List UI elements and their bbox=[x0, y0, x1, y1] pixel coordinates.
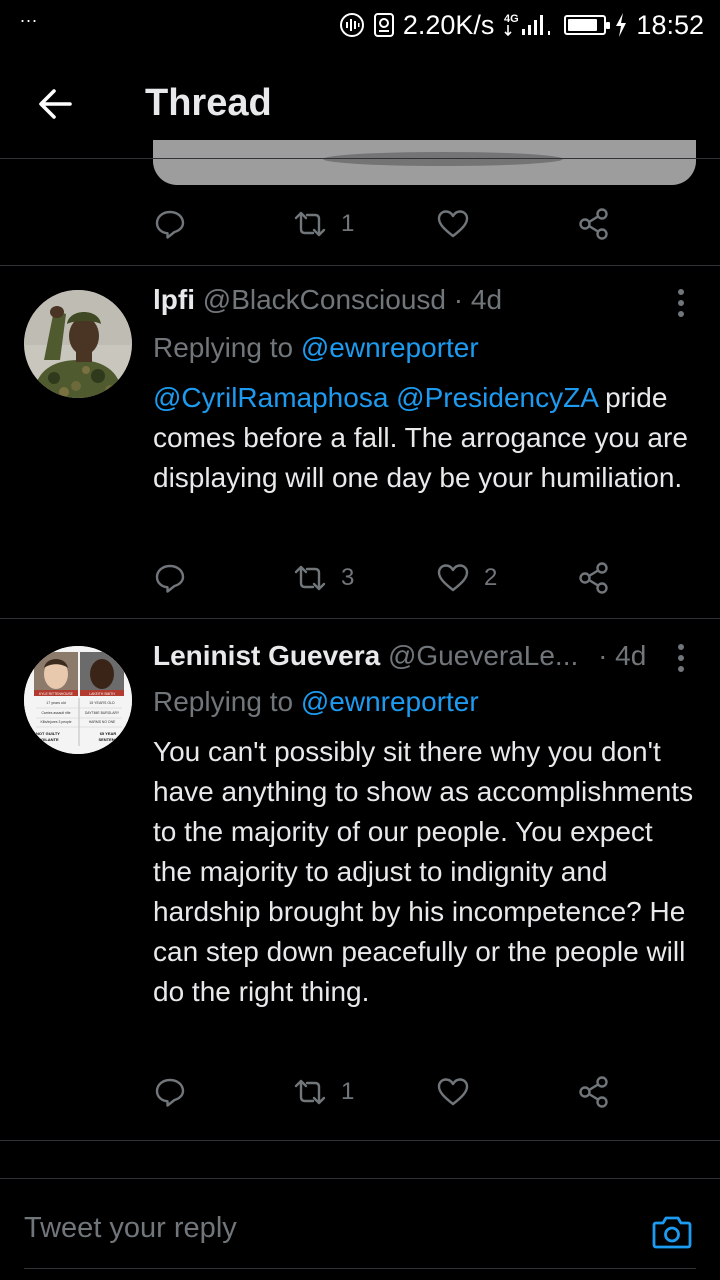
display-name[interactable]: lpfi bbox=[153, 284, 195, 315]
avatar-left-line1: Carries assault rifle bbox=[41, 711, 70, 715]
tweet-actions: 1 bbox=[153, 1072, 623, 1112]
reply-input-underline bbox=[24, 1268, 696, 1269]
share-button[interactable] bbox=[577, 1072, 611, 1112]
notification-dots: ... bbox=[20, 6, 39, 26]
display-name[interactable]: Leninist Guevera bbox=[153, 640, 380, 671]
avatar-left-name: KYLE RITTENHOUSE bbox=[39, 692, 74, 696]
tweet-media-image[interactable] bbox=[153, 140, 696, 185]
arrow-left-icon[interactable] bbox=[34, 82, 78, 126]
status-bar: ... 2.20K/s 4G 18:52 bbox=[0, 0, 720, 52]
reply-input[interactable]: Tweet your reply bbox=[24, 1212, 237, 1245]
avatar-left-verdict-2: VIGILANTE bbox=[37, 737, 59, 742]
heart-icon bbox=[437, 210, 469, 238]
charging-icon bbox=[614, 12, 628, 38]
share-icon bbox=[579, 562, 608, 594]
user-handle[interactable]: @BlackConsciousd bbox=[203, 284, 446, 315]
timestamp: · 4d bbox=[598, 640, 647, 671]
like-button[interactable] bbox=[436, 204, 470, 244]
reply-icon bbox=[155, 564, 185, 593]
like-button[interactable] bbox=[436, 1072, 470, 1112]
reply-button[interactable] bbox=[153, 558, 187, 598]
share-icon bbox=[579, 208, 608, 240]
replying-prefix: Replying to bbox=[153, 332, 294, 363]
tweet-actions: 1 bbox=[153, 204, 623, 244]
retweet-button[interactable]: 1 bbox=[293, 204, 354, 244]
tweet-text: You can't possibly sit there why you don… bbox=[153, 736, 694, 1007]
share-button[interactable] bbox=[577, 558, 611, 598]
page-title: Thread bbox=[145, 82, 272, 124]
replying-to: Replying to @ewnreporter bbox=[153, 332, 479, 364]
replying-to: Replying to @ewnreporter bbox=[153, 686, 479, 718]
reply-icon bbox=[155, 210, 185, 239]
more-options-icon[interactable] bbox=[674, 641, 688, 675]
heart-icon bbox=[437, 564, 469, 592]
avatar-left-verdict-1: NOT GUILTY bbox=[36, 731, 60, 736]
share-button[interactable] bbox=[577, 204, 611, 244]
clock: 18:52 bbox=[636, 9, 704, 40]
camera-icon[interactable] bbox=[650, 1210, 694, 1254]
replying-mention[interactable]: @ewnreporter bbox=[301, 686, 479, 717]
avatar-right-line1: DAYTIME BURGLARY bbox=[85, 711, 120, 715]
avatar-right-verdict-1: 65 YEAR bbox=[100, 731, 117, 736]
avatar-right-age: 15 YEARS OLD bbox=[89, 701, 115, 705]
tweet-divider bbox=[0, 265, 720, 266]
retweet-icon bbox=[294, 565, 326, 591]
retweet-button[interactable]: 1 bbox=[293, 1072, 354, 1112]
tweet-text: @CyrilRamaphosa @PresidencyZA pride come… bbox=[153, 378, 698, 498]
battery-icon bbox=[564, 15, 611, 35]
avatar-left-line2: Kills/injures 3 people bbox=[40, 720, 71, 724]
user-handle[interactable]: @GueveraLe... bbox=[388, 640, 578, 671]
avatar-left-age: 17 years old bbox=[46, 701, 66, 705]
reply-bar-divider bbox=[0, 1178, 720, 1179]
mention-link[interactable]: @CyrilRamaphosa bbox=[153, 382, 388, 413]
like-count: 2 bbox=[484, 564, 498, 591]
retweet-count: 3 bbox=[341, 564, 355, 591]
tweet-actions: 3 2 bbox=[153, 558, 623, 598]
replying-mention[interactable]: @ewnreporter bbox=[301, 332, 479, 363]
retweet-button[interactable]: 3 bbox=[293, 558, 354, 598]
network-speed: 2.20K/s bbox=[402, 9, 495, 40]
tweet-header: lpfi @BlackConsciousd · 4d bbox=[153, 284, 502, 316]
screen-record-icon bbox=[373, 12, 395, 38]
timestamp: · 4d bbox=[453, 284, 503, 315]
voice-activity-icon bbox=[339, 12, 365, 38]
battery-level bbox=[568, 19, 598, 31]
reply-button[interactable] bbox=[153, 1072, 187, 1112]
network-type: 4G bbox=[504, 13, 519, 25]
avatar[interactable]: KYLE RITTENHOUSE LAKEITH SMITH 17 years … bbox=[24, 646, 132, 754]
more-options-icon[interactable] bbox=[674, 286, 688, 320]
retweet-count: 1 bbox=[341, 210, 355, 237]
reply-button[interactable] bbox=[153, 204, 187, 244]
reply-icon bbox=[155, 1078, 185, 1107]
tweet-divider bbox=[0, 1140, 720, 1141]
retweet-icon bbox=[294, 1079, 326, 1105]
avatar-right-name: LAKEITH SMITH bbox=[89, 692, 115, 696]
share-icon bbox=[579, 1076, 608, 1108]
avatar-right-line2: HARMS NO ONE bbox=[89, 720, 116, 724]
tweet-header: Leninist Guevera @GueveraLe... · 4d bbox=[153, 640, 646, 672]
retweet-icon bbox=[294, 211, 326, 237]
replying-prefix: Replying to bbox=[153, 686, 294, 717]
avatar[interactable] bbox=[24, 290, 132, 398]
heart-icon bbox=[437, 1078, 469, 1106]
tweet-divider bbox=[0, 618, 720, 619]
mention-link[interactable]: @PresidencyZA bbox=[396, 382, 597, 413]
like-button[interactable]: 2 bbox=[436, 558, 497, 598]
retweet-count: 1 bbox=[341, 1078, 355, 1105]
signal-icon: 4G bbox=[502, 11, 556, 39]
header-divider bbox=[0, 158, 720, 159]
avatar-right-verdict-2: SENTENC bbox=[98, 737, 117, 742]
